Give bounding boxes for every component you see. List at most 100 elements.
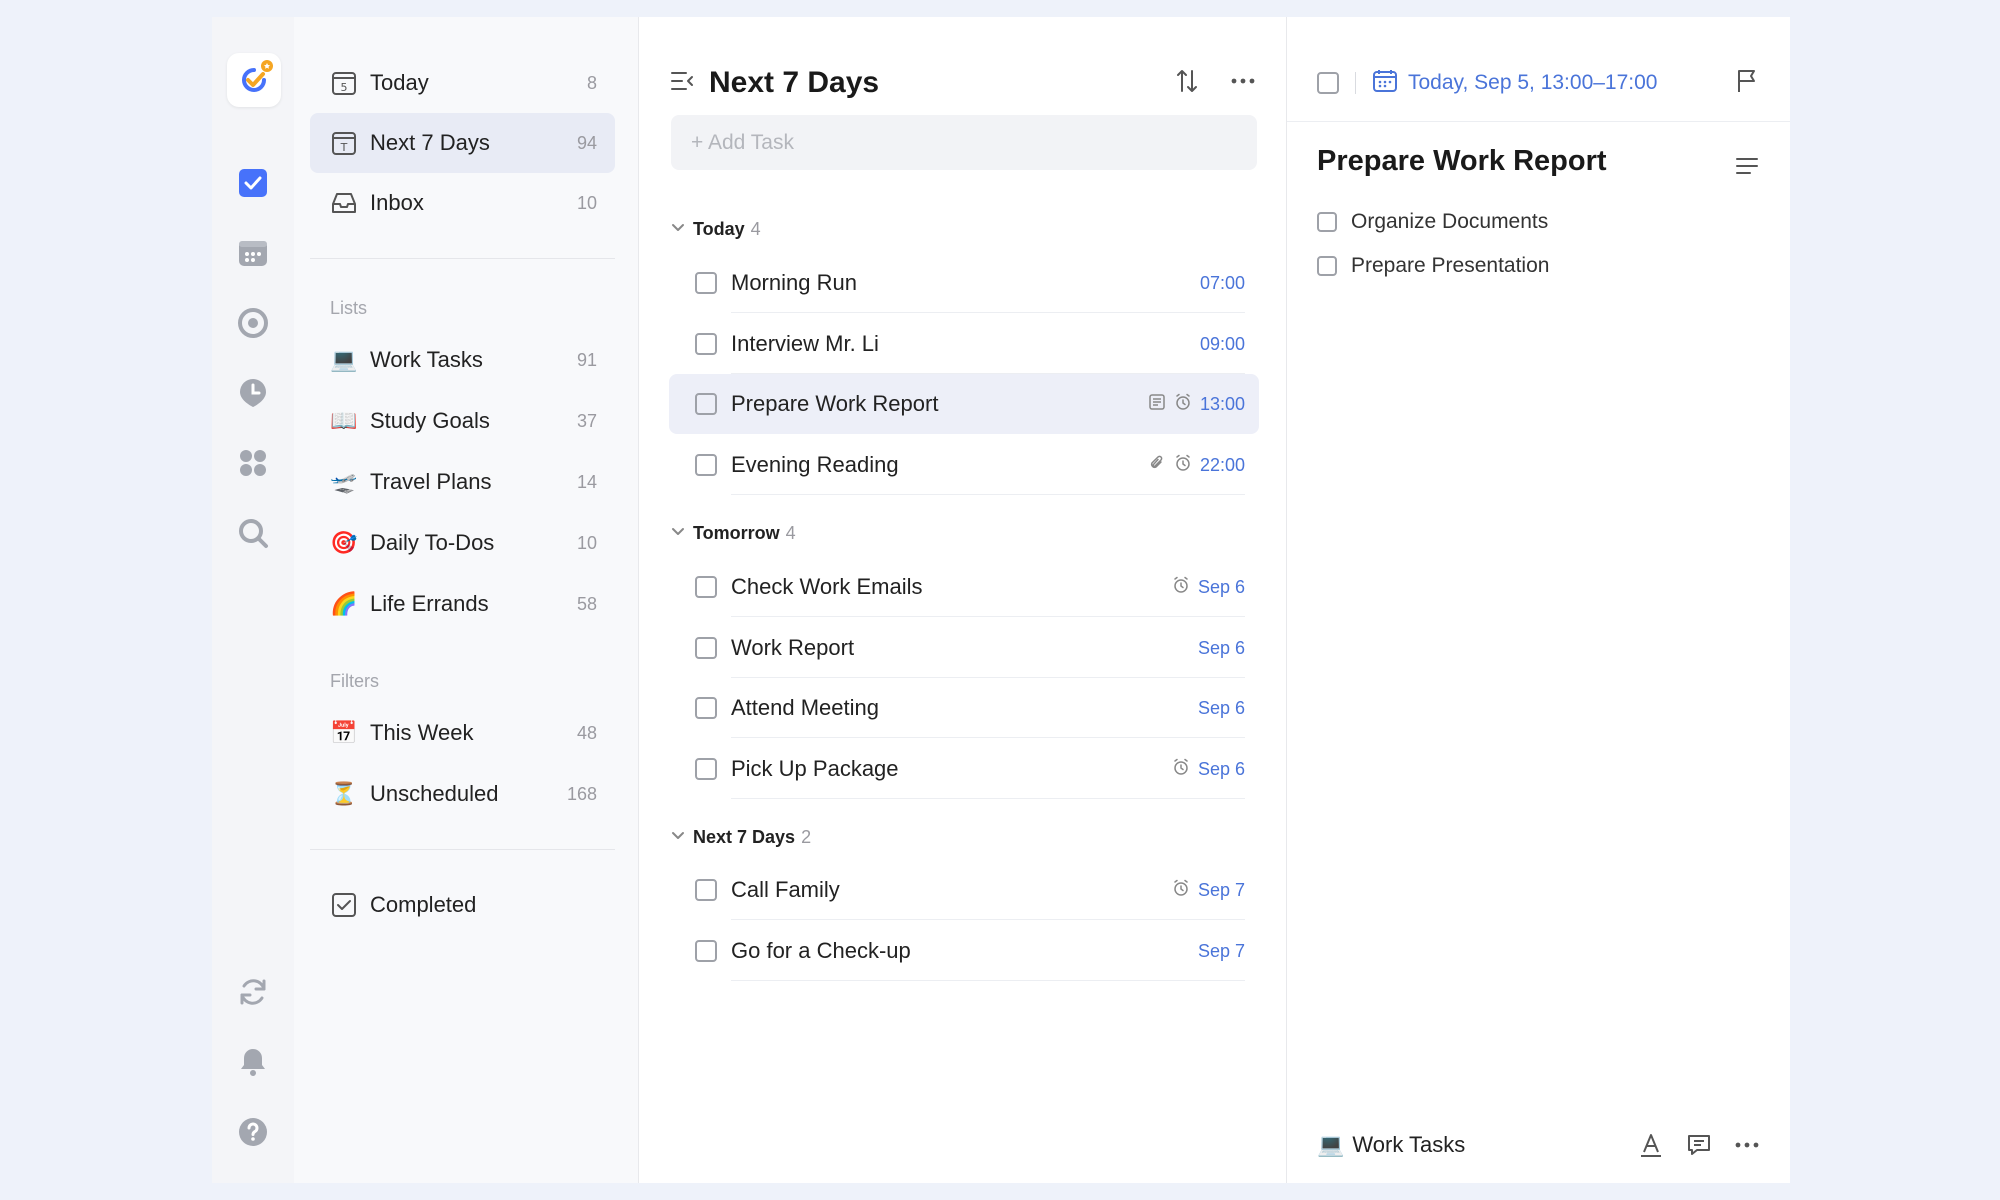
task-row[interactable]: Pick Up Package Sep 6: [669, 739, 1259, 799]
sort-icon[interactable]: [1174, 68, 1200, 99]
habit-clock-icon[interactable]: [233, 373, 273, 413]
sidebar-item-today[interactable]: 5 Today 8: [310, 53, 615, 113]
task-row[interactable]: Evening Reading 22:00: [669, 435, 1259, 495]
task-due: 13:00: [1199, 393, 1245, 414]
task-checkbox[interactable]: [695, 272, 717, 294]
task-list-pane: Next 7 Days + Add Task Today 4 Morning R…: [639, 17, 1287, 1183]
sidebar-item-inbox[interactable]: Inbox 10: [310, 173, 615, 233]
row-divider: [731, 312, 1245, 313]
task-row[interactable]: Check Work Emails Sep 6: [669, 557, 1259, 617]
sidebar-item-travel-plans[interactable]: 🛫 Travel Plans 14: [310, 452, 615, 512]
calendar-emoji-icon: 📅: [330, 720, 358, 745]
sidebar-item-work-tasks[interactable]: 💻 Work Tasks 91: [310, 330, 615, 390]
sidebar-item-completed[interactable]: Completed: [310, 875, 615, 935]
app-logo[interactable]: [227, 53, 281, 107]
row-divider: [731, 616, 1245, 617]
task-row-selected[interactable]: Prepare Work Report 13:00: [669, 374, 1259, 434]
text-format-icon[interactable]: [1638, 1132, 1664, 1158]
task-due: 07:00: [1199, 272, 1245, 293]
hourglass-emoji-icon: ⏳: [330, 781, 358, 806]
sidebar-item-count: 14: [576, 471, 597, 492]
task-checkbox[interactable]: [695, 454, 717, 476]
search-icon[interactable]: [233, 513, 273, 553]
task-checkbox[interactable]: [695, 393, 717, 415]
more-options-icon[interactable]: [1734, 1132, 1760, 1158]
task-due: Sep 6: [1197, 637, 1245, 658]
group-header-today[interactable]: Today 4: [671, 219, 761, 240]
group-count: 2: [801, 827, 812, 847]
sidebar-item-count: 168: [566, 783, 597, 804]
detail-complete-checkbox[interactable]: [1317, 72, 1339, 94]
sidebar-item-count: 94: [576, 132, 597, 153]
task-checkbox[interactable]: [695, 758, 717, 780]
alarm-icon: [1174, 393, 1192, 416]
task-checkbox[interactable]: [695, 576, 717, 598]
sidebar-item-this-week[interactable]: 📅 This Week 48: [310, 703, 615, 763]
task-name: Morning Run: [731, 270, 857, 295]
sidebar-item-label: This Week: [370, 720, 474, 745]
chevron-down-icon: [671, 525, 685, 542]
task-row[interactable]: Go for a Check-up Sep 7: [669, 921, 1259, 981]
task-name: Check Work Emails: [731, 574, 923, 599]
task-row[interactable]: Work Report Sep 6: [669, 618, 1259, 678]
sidebar-item-count: 8: [586, 72, 597, 93]
task-checkbox[interactable]: [695, 637, 717, 659]
task-row[interactable]: Attend Meeting Sep 6: [669, 678, 1259, 738]
task-name: Pick Up Package: [731, 756, 899, 781]
sidebar-item-next-7-days[interactable]: T Next 7 Days 94: [310, 113, 615, 173]
laptop-emoji-icon: 💻: [1317, 1132, 1345, 1157]
comment-icon[interactable]: [1686, 1132, 1712, 1158]
page-title: Next 7 Days: [709, 66, 880, 99]
more-options-icon[interactable]: [1230, 68, 1256, 99]
subtask-checkbox[interactable]: [1317, 256, 1337, 276]
sidebar-item-label: Work Tasks: [370, 347, 483, 372]
subtask-label: Organize Documents: [1351, 210, 1549, 233]
task-checkbox[interactable]: [695, 697, 717, 719]
app-window: 5 Today 8 T Next 7 Days 94 Inbox 10 List…: [212, 17, 1790, 1183]
focus-icon[interactable]: [233, 303, 273, 343]
group-header-tomorrow[interactable]: Tomorrow 4: [671, 523, 796, 544]
task-checkbox[interactable]: [695, 879, 717, 901]
task-due: Sep 6: [1197, 697, 1245, 718]
lists-section-title: Lists: [330, 298, 368, 318]
svg-text:T: T: [340, 141, 348, 154]
calendar-date-icon[interactable]: [1372, 68, 1398, 99]
svg-text:5: 5: [341, 81, 348, 94]
sidebar-item-daily-todos[interactable]: 🎯 Daily To-Dos 10: [310, 513, 615, 573]
sidebar-item-count: 48: [576, 722, 597, 743]
bell-icon[interactable]: [233, 1042, 273, 1082]
subtask-checkbox[interactable]: [1317, 212, 1337, 232]
subtask-item[interactable]: Organize Documents: [1317, 210, 1548, 234]
sidebar-item-study-goals[interactable]: 📖 Study Goals 37: [310, 391, 615, 451]
task-due: Sep 6: [1197, 576, 1245, 597]
apps-grid-icon[interactable]: [233, 443, 273, 483]
calendar-icon[interactable]: [233, 233, 273, 273]
task-row[interactable]: Call Family Sep 7: [669, 860, 1259, 920]
app-logo-icon: [242, 60, 273, 92]
detail-task-title[interactable]: Prepare Work Report: [1317, 145, 1607, 178]
detail-header: Today, Sep 5, 13:00–17:00: [1317, 65, 1760, 101]
group-header-next-7-days[interactable]: Next 7 Days 2: [671, 827, 811, 848]
task-list-header: Next 7 Days: [669, 63, 1256, 103]
subtask-item[interactable]: Prepare Presentation: [1317, 254, 1549, 278]
sidebar-item-life-errands[interactable]: 🌈 Life Errands 58: [310, 574, 615, 634]
task-row[interactable]: Morning Run 07:00: [669, 253, 1259, 313]
sync-icon[interactable]: [233, 972, 273, 1012]
flag-icon[interactable]: [1734, 68, 1760, 99]
add-task-input[interactable]: + Add Task: [671, 115, 1257, 170]
list-selector[interactable]: Work Tasks: [1352, 1132, 1616, 1158]
help-icon[interactable]: [233, 1112, 273, 1152]
tasks-icon[interactable]: [233, 163, 273, 203]
collapse-sidebar-icon[interactable]: [669, 68, 695, 99]
due-date-button[interactable]: Today, Sep 5, 13:00–17:00: [1408, 71, 1734, 95]
task-checkbox[interactable]: [695, 940, 717, 962]
sidebar-item-unscheduled[interactable]: ⏳ Unscheduled 168: [310, 764, 615, 824]
description-mode-icon[interactable]: [1734, 153, 1760, 184]
task-checkbox[interactable]: [695, 333, 717, 355]
task-row[interactable]: Interview Mr. Li 09:00: [669, 314, 1259, 374]
group-count: 4: [750, 219, 761, 239]
laptop-emoji-icon: 💻: [330, 347, 358, 372]
inbox-icon: [330, 189, 358, 217]
sidebar-divider: [310, 258, 615, 259]
sidebar-item-count: 10: [576, 192, 597, 213]
